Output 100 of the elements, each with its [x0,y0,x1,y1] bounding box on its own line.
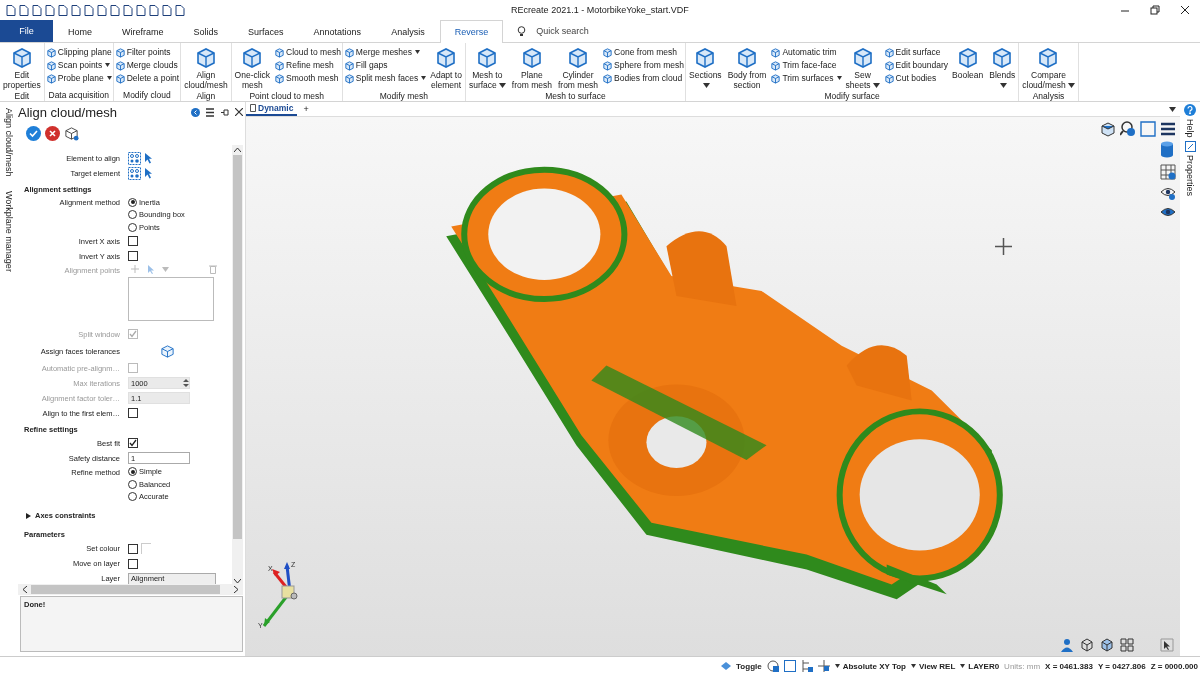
file-tab[interactable]: File [0,20,53,42]
document-icon[interactable] [149,4,159,16]
document-icon[interactable] [71,4,81,16]
side-tab[interactable]: Workplane manager [4,190,14,272]
ribbon-button[interactable]: Edit surface [883,46,949,58]
ribbon-button[interactable]: Delete a point [114,72,180,84]
eye-icon[interactable] [1160,186,1176,200]
status-item[interactable]: LAYER0 [960,661,1000,671]
snap-icon[interactable] [766,660,779,672]
document-icon[interactable] [45,4,55,16]
scroll-down-icon[interactable] [234,579,241,584]
ribbon-button[interactable]: Probe plane [45,72,112,84]
ribbon-button[interactable]: Trim surfaces [770,72,842,84]
ribbon-button[interactable]: Cone from mesh [602,46,684,58]
zoom-icon[interactable] [1120,121,1136,137]
ribbon-button[interactable]: Sew sheets [843,45,882,91]
ribbon-tab[interactable]: Solids [178,20,234,42]
checkbox[interactable] [128,558,138,569]
ribbon-tab[interactable]: Surfaces [233,20,299,42]
help-icon[interactable] [1184,104,1196,116]
colour-swatch[interactable] [141,543,151,554]
document-icon[interactable] [19,4,29,16]
tree-icon[interactable] [800,660,813,672]
workplane-icon[interactable] [817,660,830,672]
ribbon-button[interactable]: Split mesh faces [343,72,427,84]
ribbon-button[interactable]: Mesh to surface [466,45,508,91]
document-icon[interactable] [84,4,94,16]
points-select-icon[interactable] [128,152,141,165]
back-icon[interactable] [191,107,200,117]
pin-icon[interactable] [220,107,229,117]
ribbon-button[interactable]: Refine mesh [274,59,341,71]
points-select-icon[interactable] [128,167,141,180]
new-tab-button[interactable]: + [303,104,309,114]
ribbon-tab[interactable]: Home [53,20,107,42]
pointer-icon[interactable] [1160,638,1174,652]
close-icon[interactable] [1180,5,1190,15]
properties-icon[interactable] [1184,140,1196,152]
status-item[interactable]: View REL [910,661,956,671]
ribbon-button[interactable]: One-click mesh [232,45,273,91]
ribbon-button[interactable]: Edit properties [1,45,43,91]
close-icon[interactable] [235,108,243,116]
ribbon-button[interactable]: Scan points [45,59,112,71]
pointer-icon[interactable] [144,153,152,164]
document-icon[interactable] [58,4,68,16]
ribbon-button[interactable]: Cylinder from mesh [555,45,601,91]
document-icon[interactable] [97,4,107,16]
confirm-icon[interactable] [26,126,41,141]
ribbon-button[interactable]: Adapt to element [428,45,464,91]
ribbon-button[interactable]: Merge clouds [114,59,180,71]
horizontal-scrollbar[interactable] [18,584,243,595]
scroll-left-icon[interactable] [22,586,27,593]
grid-icon[interactable] [1120,638,1134,652]
ribbon-button[interactable]: Fill gaps [343,59,427,71]
ribbon-button[interactable]: Compare cloud/mesh [1020,45,1077,91]
ribbon-button[interactable]: Cloud to mesh [274,46,341,58]
document-icon[interactable] [123,4,133,16]
ribbon-button[interactable]: Sphere from mesh [602,59,684,71]
pointer-icon[interactable] [144,168,152,179]
status-item[interactable]: Absolute XY Top [834,661,906,671]
search-field[interactable]: Quick search [534,25,629,37]
checkbox[interactable] [128,251,138,261]
side-tab[interactable]: Properties [1185,154,1195,196]
ribbon-button[interactable]: Smooth mesh [274,72,341,84]
menu-icon[interactable] [206,107,214,117]
ribbon-button[interactable]: Body from section [725,45,769,91]
scroll-up-icon[interactable] [234,147,241,152]
cube-icon[interactable] [64,126,79,141]
side-tab[interactable]: Align cloud/mesh [4,108,14,177]
ribbon-button[interactable]: Cut bodies [883,72,949,84]
vertical-scrollbar[interactable] [232,145,243,584]
checkbox[interactable] [128,408,138,418]
ribbon-tab[interactable]: Wireframe [107,20,179,42]
cube-icon[interactable] [1100,638,1114,652]
grid-icon[interactable] [1160,164,1176,180]
ribbon-button[interactable]: Edit boundary [883,59,949,71]
ribbon-tab[interactable]: Annotations [298,20,377,42]
caret-icon[interactable] [1169,106,1176,112]
checkbox[interactable] [128,438,138,448]
document-icon[interactable] [32,4,42,16]
document-icon[interactable] [6,4,16,16]
ribbon-button[interactable]: Filter points [114,46,180,58]
cube-icon[interactable] [160,343,175,359]
ribbon-button[interactable]: Align cloud/mesh [182,45,230,91]
ribbon-button[interactable]: Sections [687,45,724,91]
cylinder-icon[interactable] [1160,141,1174,158]
ribbon-tab[interactable]: Analysis [376,20,440,42]
ribbon-button[interactable]: Plane from mesh [509,45,554,91]
restore-icon[interactable] [1150,5,1160,15]
checkbox[interactable] [128,543,138,554]
checkbox[interactable] [128,236,138,246]
document-icon[interactable] [175,4,185,16]
document-icon[interactable] [110,4,120,16]
person-icon[interactable] [1060,638,1074,652]
ribbon-button[interactable]: Bodies from cloud [602,72,684,84]
document-icon[interactable] [162,4,172,16]
ribbon-button[interactable]: Automatic trim [770,46,842,58]
ribbon-button[interactable]: Trim face-face [770,59,842,71]
ribbon-button[interactable]: Clipping plane [45,46,112,58]
side-tab[interactable]: Help [1185,119,1195,138]
ribbon-button[interactable]: Merge meshes [343,46,427,58]
